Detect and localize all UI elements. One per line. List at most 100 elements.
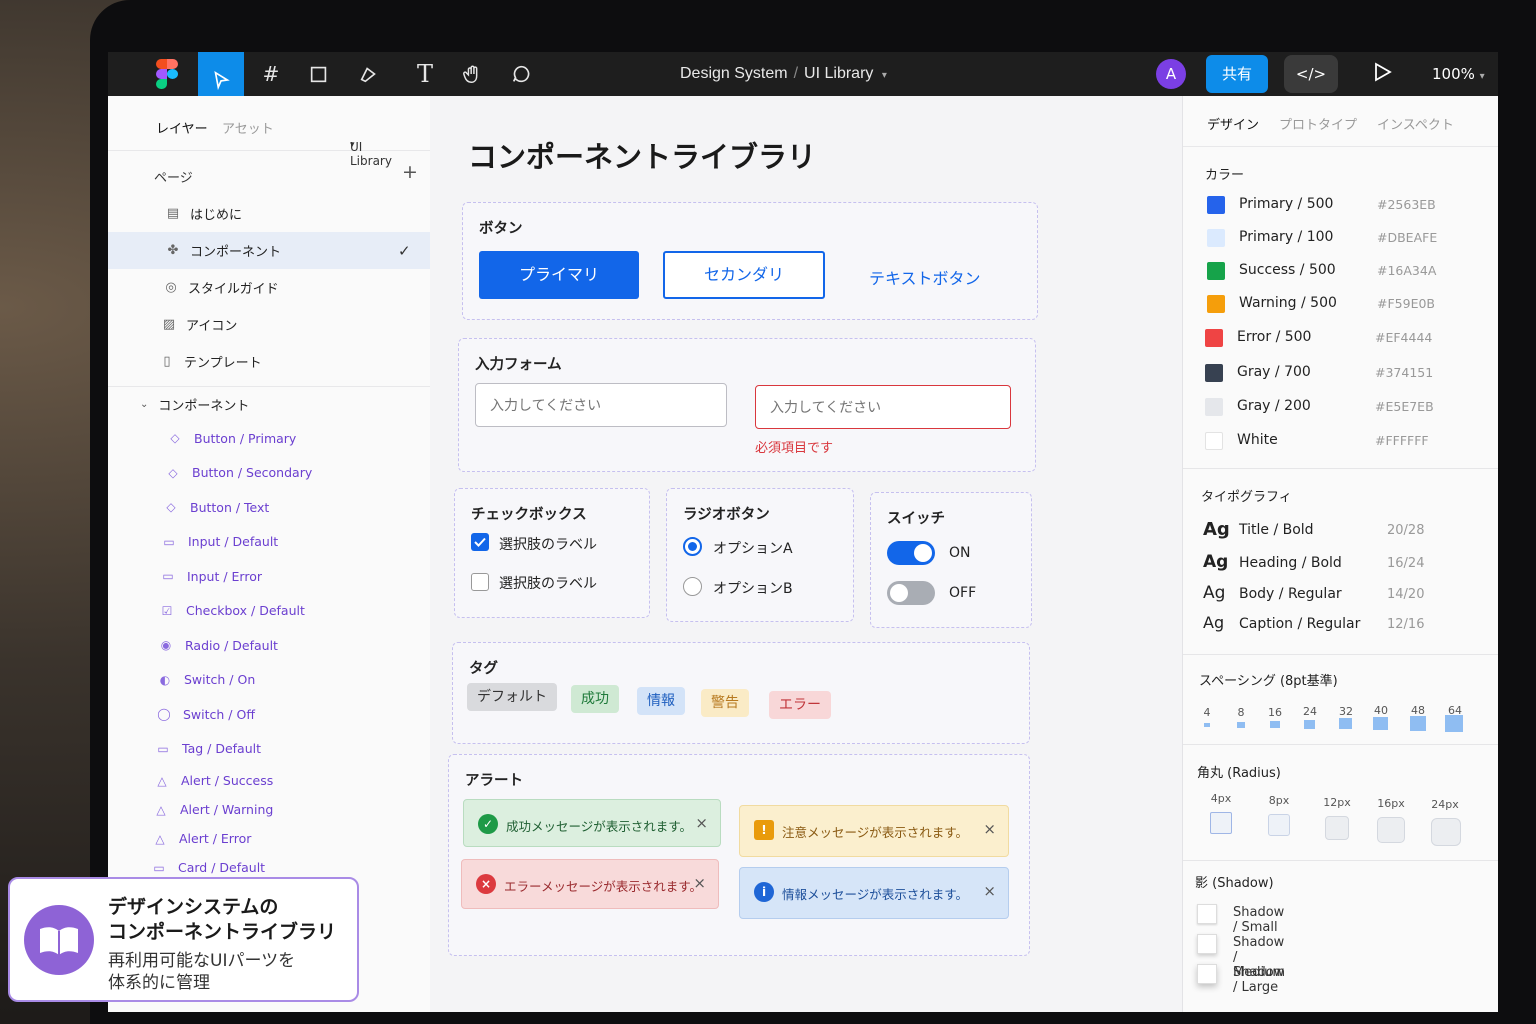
error-input[interactable] xyxy=(755,385,1011,429)
alert-text: 情報メッセージが表示されます。 xyxy=(782,887,969,902)
input-form-frame[interactable]: 入力フォーム 必須項目です xyxy=(458,338,1036,472)
color-row[interactable]: Gray / 700 #374151 xyxy=(1205,364,1455,384)
switch-on[interactable] xyxy=(887,541,935,565)
color-row[interactable]: Warning / 500 #F59E0B xyxy=(1207,295,1457,315)
layer-item-input-error[interactable]: ▭ Input / Error xyxy=(108,559,430,594)
primary-button[interactable]: プライマリ xyxy=(479,251,639,299)
page-item-components[interactable]: ✤ コンポーネント ✓ xyxy=(108,232,430,269)
page-label: アイコン xyxy=(186,319,238,334)
switch-frame[interactable]: スイッチ ON OFF xyxy=(870,492,1032,628)
tab-prototype[interactable]: プロトタイプ xyxy=(1279,114,1357,133)
warning-triangle-icon: ! xyxy=(754,820,774,840)
color-name: Gray / 700 xyxy=(1237,364,1311,380)
alert-info: i 情報メッセージが表示されます。 × xyxy=(739,867,1009,919)
alerts-frame[interactable]: アラート ✓ 成功メッセージが表示されます。 × ! 注意メッセージが表示されま… xyxy=(448,754,1030,956)
radio-frame[interactable]: ラジオボタン オプションA オプションB xyxy=(666,488,854,622)
page-item-intro[interactable]: ▤ はじめに xyxy=(108,195,430,232)
color-row[interactable]: Gray / 200 #E5E7EB xyxy=(1205,398,1455,418)
layer-item-button-secondary[interactable]: ◇ Button / Secondary xyxy=(108,456,430,491)
color-hex: #FFFFFF xyxy=(1375,433,1429,448)
default-input[interactable] xyxy=(475,383,727,427)
text-button[interactable]: テキストボタン xyxy=(869,265,981,289)
zoom-level[interactable]: 100% ▾ xyxy=(1432,61,1485,90)
tag-success: 成功 xyxy=(571,685,619,713)
layer-label: Switch / Off xyxy=(183,706,255,722)
canvas[interactable]: コンポーネントライブラリ ボタン プライマリ セカンダリ テキストボタン 入力フ… xyxy=(430,96,1182,1012)
layer-item-tag-default[interactable]: ▭ Tag / Default xyxy=(108,732,430,767)
type-style-row[interactable]: Ag Caption / Regular 12/16 xyxy=(1203,613,1453,640)
tab-inspect[interactable]: インスペクト xyxy=(1377,114,1454,133)
type-style-row[interactable]: Ag Body / Regular 14/20 xyxy=(1203,583,1453,610)
avatar[interactable]: A xyxy=(1156,59,1186,89)
shape-tool-icon[interactable] xyxy=(296,52,342,96)
add-page-icon[interactable]: + xyxy=(402,161,418,183)
buttons-frame[interactable]: ボタン プライマリ セカンダリ テキストボタン xyxy=(462,202,1038,320)
tags-frame[interactable]: タグ デフォルト 成功 情報 警告 エラー xyxy=(452,642,1030,744)
layer-item-alert-warning[interactable]: △ Alert / Warning xyxy=(108,795,430,824)
breadcrumb[interactable]: Design System / UI Library ▾ xyxy=(680,52,887,96)
triangle-icon: △ xyxy=(155,831,165,846)
info-circle-icon: i xyxy=(754,882,774,902)
tab-design[interactable]: デザイン xyxy=(1207,114,1259,133)
color-hex: #F59E0B xyxy=(1377,296,1435,311)
checkbox-unchecked[interactable] xyxy=(471,573,489,591)
layer-item-alert-success[interactable]: △ Alert / Success xyxy=(108,766,430,795)
page-item-style-guide[interactable]: ◎ スタイルガイド xyxy=(108,269,430,306)
close-icon[interactable]: × xyxy=(693,874,706,892)
typography-header: タイポグラフィ xyxy=(1201,490,1292,505)
color-row[interactable]: Primary / 100 #DBEAFE xyxy=(1207,229,1457,249)
secondary-button[interactable]: セカンダリ xyxy=(663,251,825,299)
spacing-bar xyxy=(1204,723,1210,727)
layer-item-switch-on[interactable]: ◐ Switch / On xyxy=(108,663,430,698)
checkbox-frame[interactable]: チェックボックス 選択肢のラベル 選択肢のラベル xyxy=(454,488,650,618)
pages-header: ページ + xyxy=(108,151,430,195)
comment-tool-icon[interactable] xyxy=(498,52,544,96)
close-icon[interactable]: × xyxy=(695,814,708,832)
figma-logo-icon[interactable] xyxy=(156,59,178,89)
tab-assets[interactable]: アセット xyxy=(222,118,274,137)
layer-item-switch-off[interactable]: ◯ Switch / Off xyxy=(108,697,430,732)
layer-item-alert-error[interactable]: △ Alert / Error xyxy=(108,824,430,853)
share-button[interactable]: 共有 xyxy=(1206,55,1268,93)
page-item-templates[interactable]: ▯ テンプレート xyxy=(108,343,430,380)
layer-item-button-primary[interactable]: ◇ Button / Primary xyxy=(108,421,430,456)
color-hex: #DBEAFE xyxy=(1377,230,1438,245)
page-item-icons[interactable]: ▨ アイコン xyxy=(108,306,430,343)
type-style-row[interactable]: Ag Title / Bold 20/28 xyxy=(1203,519,1453,546)
dev-mode-button[interactable]: </> xyxy=(1284,55,1338,93)
components-section-header[interactable]: ⌄ コンポーネント xyxy=(108,387,430,421)
radio-selected[interactable] xyxy=(683,537,702,556)
layer-item-checkbox-default[interactable]: ☑ Checkbox / Default xyxy=(108,594,430,629)
layer-item-button-text[interactable]: ◇ Button / Text xyxy=(108,490,430,525)
present-play-icon[interactable] xyxy=(1370,60,1398,88)
breadcrumb-current[interactable]: UI Library xyxy=(804,65,873,82)
shadow-swatch xyxy=(1197,964,1217,984)
chevron-down-icon[interactable]: ▾ xyxy=(882,70,887,81)
switch-off[interactable] xyxy=(887,581,935,605)
close-icon[interactable]: × xyxy=(983,820,996,838)
checkbox-checked[interactable] xyxy=(471,533,489,551)
frame-label: アラート xyxy=(465,773,523,789)
color-name: Success / 500 xyxy=(1239,262,1336,278)
radio-unselected[interactable] xyxy=(683,577,702,596)
color-row[interactable]: Success / 500 #16A34A xyxy=(1207,262,1457,282)
text-tool-icon[interactable]: T xyxy=(402,52,448,96)
close-icon[interactable]: × xyxy=(983,882,996,900)
hand-tool-icon[interactable] xyxy=(450,52,496,96)
color-hex: #374151 xyxy=(1375,365,1434,380)
divider xyxy=(1183,860,1498,861)
pen-tool-icon[interactable] xyxy=(346,52,392,96)
color-row[interactable]: Error / 500 #EF4444 xyxy=(1205,329,1455,349)
frame-tool-icon[interactable]: # xyxy=(248,52,294,96)
layer-item-radio-default[interactable]: ◉ Radio / Default xyxy=(108,628,430,663)
type-style-row[interactable]: Ag Heading / Bold 16/24 xyxy=(1203,552,1453,579)
palette-icon: ◎ xyxy=(165,279,177,295)
layer-item-input-default[interactable]: ▭ Input / Default xyxy=(108,525,430,560)
color-row[interactable]: White #FFFFFF xyxy=(1205,432,1455,452)
breadcrumb-root[interactable]: Design System xyxy=(680,65,788,82)
color-swatch xyxy=(1207,196,1225,214)
page-label: スタイルガイド xyxy=(188,282,279,297)
color-row[interactable]: Primary / 500 #2563EB xyxy=(1207,196,1457,216)
tab-layers[interactable]: レイヤー xyxy=(156,118,208,137)
tag-info: 情報 xyxy=(637,687,685,715)
